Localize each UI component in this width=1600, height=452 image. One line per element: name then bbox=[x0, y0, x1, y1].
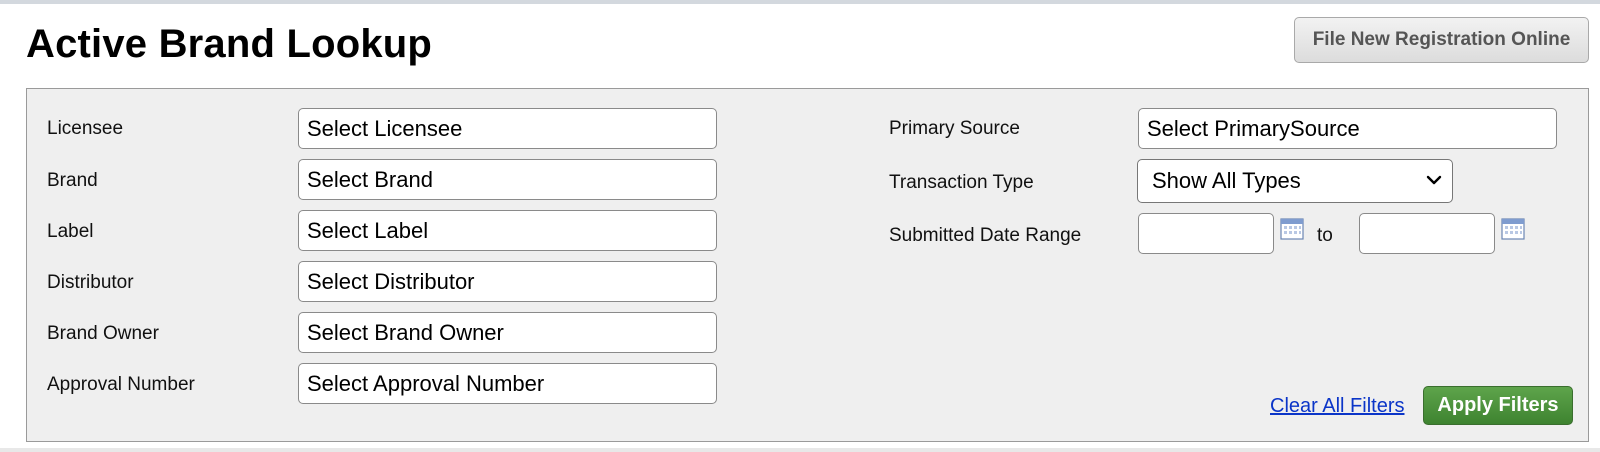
label-input[interactable] bbox=[298, 210, 717, 251]
date-to-input[interactable] bbox=[1359, 213, 1495, 254]
licensee-label: Licensee bbox=[47, 118, 124, 139]
approval-number-label: Approval Number bbox=[47, 374, 195, 395]
filter-panel: Licensee Brand Label Distributor Brand O… bbox=[26, 88, 1589, 442]
brand-input[interactable] bbox=[298, 159, 717, 200]
filter-row-transaction-type: Transaction Type Show All Types bbox=[889, 159, 1589, 205]
calendar-icon[interactable] bbox=[1501, 217, 1525, 241]
bottom-border bbox=[0, 448, 1600, 452]
clear-all-filters-link[interactable]: Clear All Filters bbox=[1270, 395, 1404, 418]
filter-row-distributor: Distributor bbox=[27, 261, 727, 303]
page-title: Active Brand Lookup bbox=[26, 22, 433, 66]
primary-source-input[interactable] bbox=[1138, 108, 1557, 149]
brand-owner-label: Brand Owner bbox=[47, 323, 159, 344]
apply-filters-button[interactable]: Apply Filters bbox=[1423, 386, 1573, 425]
distributor-input[interactable] bbox=[298, 261, 717, 302]
transaction-type-selected: Show All Types bbox=[1152, 168, 1301, 193]
brand-label: Brand bbox=[47, 170, 98, 191]
chevron-down-icon bbox=[1426, 175, 1442, 185]
date-from-input[interactable] bbox=[1138, 213, 1274, 254]
filter-row-label: Label bbox=[27, 210, 727, 252]
distributor-label: Distributor bbox=[47, 272, 134, 293]
filter-row-brand-owner: Brand Owner bbox=[27, 312, 727, 354]
brand-owner-input[interactable] bbox=[298, 312, 717, 353]
date-range-label: Submitted Date Range bbox=[889, 225, 1082, 246]
transaction-type-label: Transaction Type bbox=[889, 172, 1034, 193]
file-new-registration-button[interactable]: File New Registration Online bbox=[1294, 17, 1589, 63]
date-range-separator: to bbox=[1317, 225, 1333, 246]
transaction-type-select[interactable]: Show All Types bbox=[1137, 159, 1453, 203]
label-label: Label bbox=[47, 221, 94, 242]
licensee-input[interactable] bbox=[298, 108, 717, 149]
filter-row-primary-source: Primary Source bbox=[889, 107, 1589, 149]
primary-source-label: Primary Source bbox=[889, 118, 1020, 139]
calendar-icon[interactable] bbox=[1280, 217, 1304, 241]
approval-number-input[interactable] bbox=[298, 363, 717, 404]
filter-row-approval-number: Approval Number bbox=[27, 363, 727, 405]
top-border bbox=[0, 0, 1600, 4]
filter-row-date-range: Submitted Date Range to bbox=[889, 213, 1589, 257]
filter-row-licensee: Licensee bbox=[27, 107, 727, 149]
filter-row-brand: Brand bbox=[27, 159, 727, 201]
